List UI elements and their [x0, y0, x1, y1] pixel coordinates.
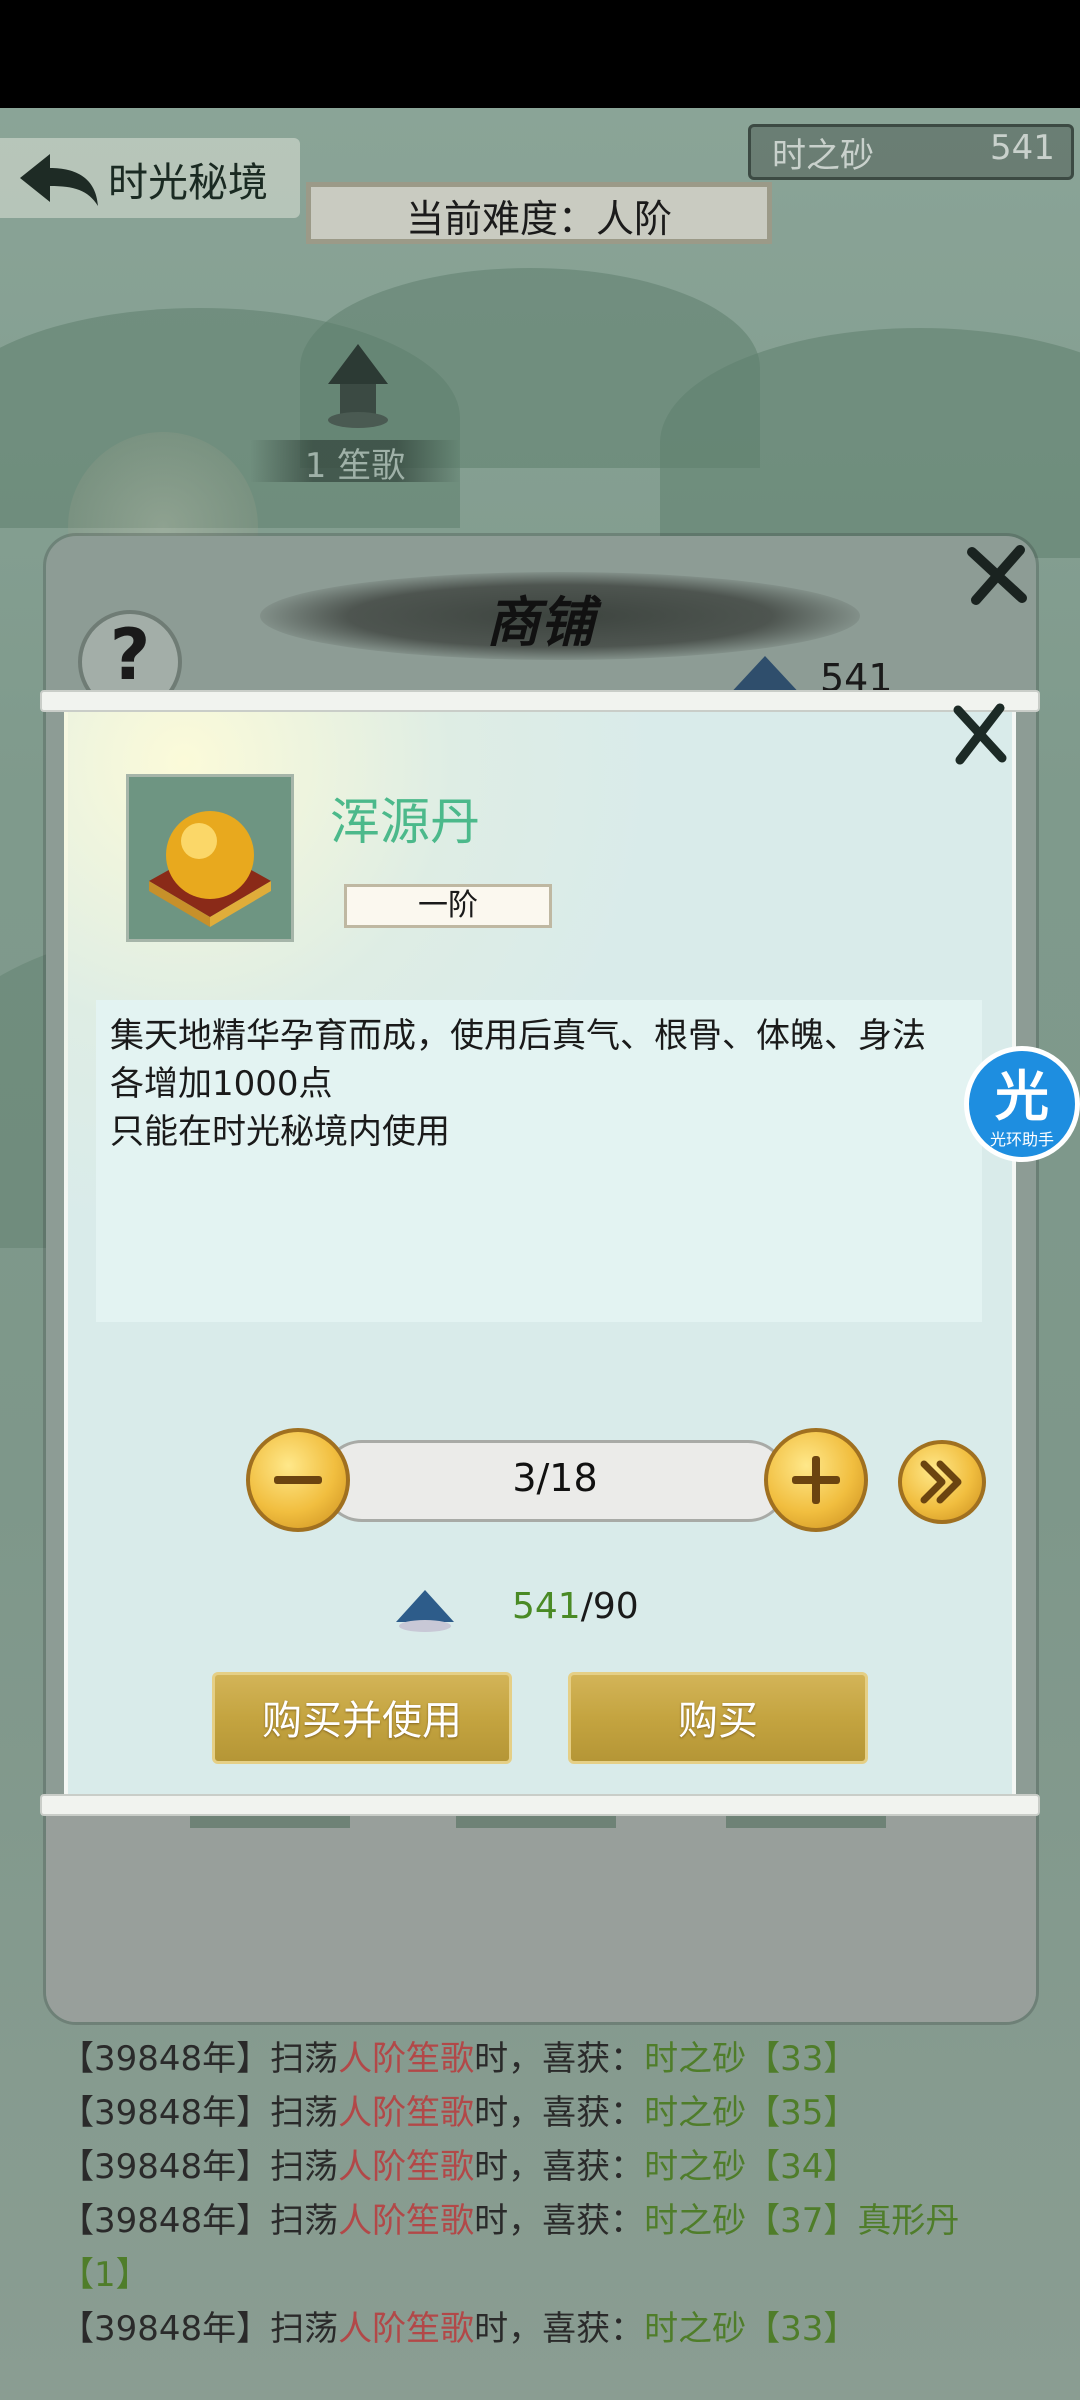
max-quantity-button[interactable]	[898, 1440, 986, 1524]
close-icon[interactable]	[950, 702, 1010, 766]
log-line: 【1】	[60, 2255, 150, 2295]
increase-button[interactable]	[764, 1428, 868, 1532]
assistant-icon: 光	[995, 1065, 1049, 1128]
assistant-label: 光环助手	[989, 1130, 1054, 1149]
log-line: 【39848年】扫荡人阶笙歌时，喜获：时之砂【33】	[60, 2309, 858, 2349]
decrease-button[interactable]	[246, 1428, 350, 1532]
pagoda-icon[interactable]	[318, 340, 398, 430]
shop-title: 商铺	[486, 590, 594, 654]
item-description-line: 各增加1000点	[110, 1064, 333, 1104]
node-label[interactable]: 1 笙歌	[250, 438, 460, 487]
log-line: 【39848年】扫荡人阶笙歌时，喜获：时之砂【33】	[60, 2039, 858, 2079]
shop-list-area	[46, 1810, 1036, 2022]
quantity-value: 3/18	[512, 1456, 598, 1500]
item-name: 浑源丹	[330, 793, 480, 851]
double-chevron-right-icon	[920, 1460, 962, 1504]
item-icon-frame	[126, 774, 294, 942]
back-arrow-icon[interactable]	[16, 150, 102, 210]
item-description-line: 只能在时光秘境内使用	[110, 1112, 450, 1152]
buy-label: 购买	[678, 1698, 758, 1744]
cost-text: 541/90	[512, 1586, 639, 1627]
item-tier: 一阶	[418, 888, 478, 923]
log-line: 【39848年】扫荡人阶笙歌时，喜获：时之砂【35】	[60, 2093, 858, 2133]
sweep-log: 【39848年】扫荡人阶笙歌时，喜获：时之砂【33】 【39848年】扫荡人阶笙…	[60, 2032, 1060, 2356]
item-description-line: 集天地精华孕育而成，使用后真气、根骨、体魄、身法	[110, 1016, 926, 1056]
shop-close-icon[interactable]	[962, 540, 1032, 610]
log-line: 【39848年】扫荡人阶笙歌时，喜获：时之砂【34】	[60, 2147, 858, 2187]
help-icon: ?	[109, 614, 151, 696]
time-sand-icon	[396, 1590, 454, 1632]
buy-button[interactable]: 购买	[568, 1672, 868, 1764]
golden-orb-icon	[149, 811, 271, 927]
log-line: 【39848年】扫荡人阶笙歌时，喜获：时之砂【37】真形丹	[60, 2201, 960, 2241]
currency-value: 541	[990, 128, 1055, 168]
page-title: 时光秘境	[108, 160, 268, 206]
scroll-rod-bottom	[40, 1794, 1040, 1816]
plus-icon	[792, 1456, 840, 1504]
scroll-rod-top	[40, 690, 1040, 712]
buy-and-use-label: 购买并使用	[262, 1698, 462, 1744]
currency-label: 时之砂	[772, 136, 874, 176]
buy-and-use-button[interactable]: 购买并使用	[212, 1672, 512, 1764]
difficulty-text: 当前难度：人阶	[405, 197, 672, 241]
minus-icon	[274, 1476, 322, 1484]
